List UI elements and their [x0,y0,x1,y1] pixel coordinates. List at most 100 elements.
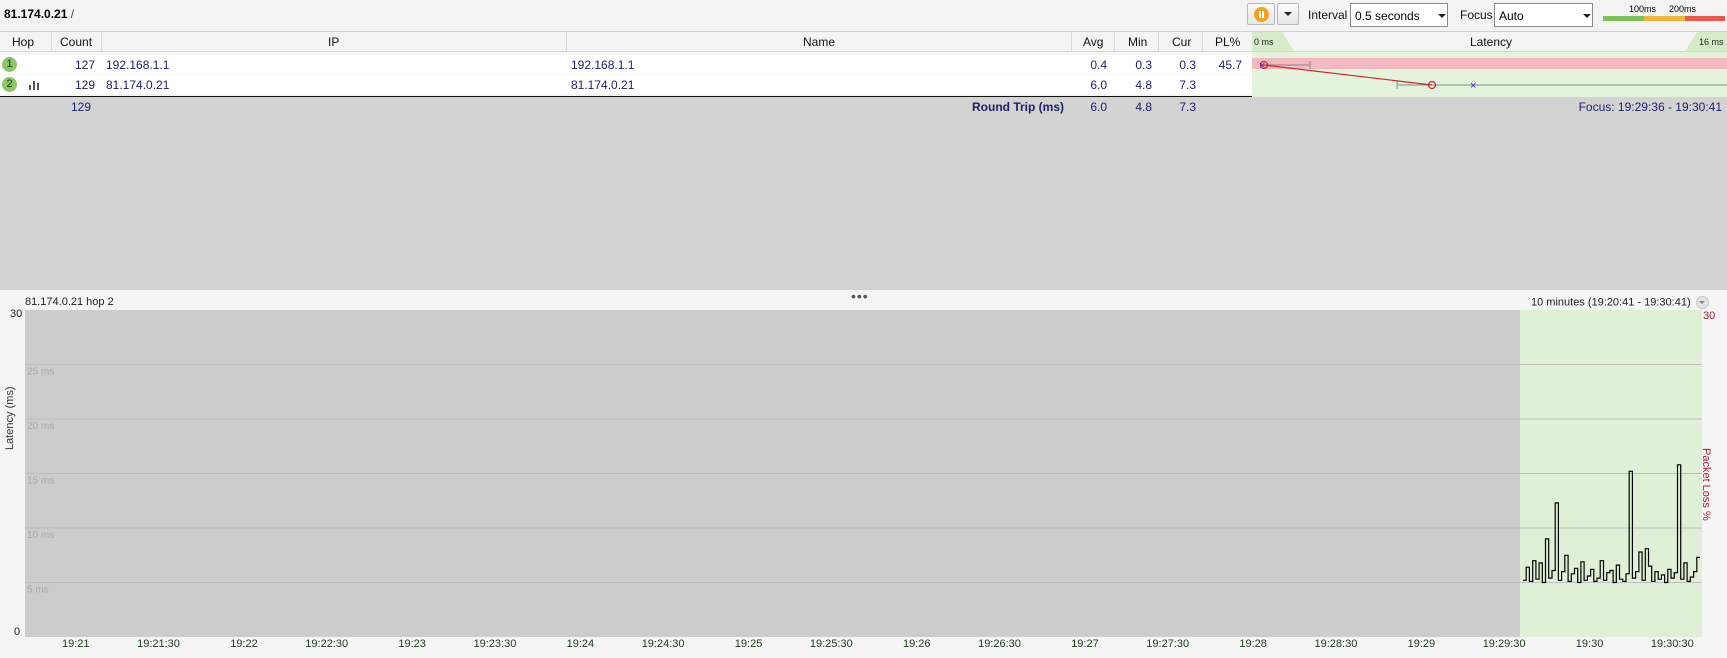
focus-range-label: Focus: 19:29:36 - 19:30:41 [1578,100,1722,114]
packet-loss-band [1252,58,1727,69]
summary-label: Round Trip (ms) [972,100,1064,114]
gridline-label: 5 ms [27,585,49,596]
hop-number-badge: 1 [2,57,17,72]
latency-max-label: 16 ms [1699,37,1724,47]
x-tick-label: 19:22 [230,638,258,650]
x-tick-label: 19:21:30 [137,638,180,650]
legend-200ms: 200ms [1669,4,1697,14]
x-tick-label: 19:29 [1407,638,1436,650]
time-range-select[interactable]: 10 minutes (19:20:41 - 19:30:41) [1531,296,1709,309]
focus-select[interactable]: Auto [1494,3,1593,27]
legend-orange-bar [1644,16,1685,21]
x-tick-label: 19:22:30 [305,638,349,650]
hop2-cur-marker: × [1470,80,1476,92]
latency-history-plot[interactable]: 25 ms 20 ms 15 ms 10 ms 5 ms [25,310,1702,637]
hop-number-badge: 2 [2,77,17,92]
cell-cur: 0.3 [1179,58,1196,72]
col-hop[interactable]: Hop [12,35,34,49]
gridline-label: 10 ms [27,530,54,541]
breadcrumb-separator: / [70,7,75,21]
cell-ip: 192.168.1.1 [106,58,170,72]
x-tick-label: 19:25 [734,638,763,650]
empty-table-area [0,117,1727,290]
cell-name: 192.168.1.1 [571,58,635,72]
legend-100ms: 100ms [1629,4,1657,14]
x-tick-label: 19:26:30 [978,638,1021,650]
x-tick-label: 19:24 [566,638,595,650]
x-tick-label: 19:23 [398,638,426,650]
x-tick-label: 19:27 [1071,638,1099,650]
col-ip[interactable]: IP [328,35,339,49]
pause-dropdown-button[interactable] [1277,3,1299,25]
y-axis-max: 30 [10,308,23,320]
latency-title: Latency [1470,35,1513,49]
gridline-label: 20 ms [27,421,54,432]
cell-ip: 81.174.0.21 [106,78,170,92]
chevron-down-icon [1583,14,1591,18]
time-range-value: 10 minutes (19:20:41 - 19:30:41) [1531,296,1691,309]
legend-red-bar [1685,16,1725,21]
cell-avg: 0.4 [1090,58,1107,72]
table-header: Hop Count IP Name Avg Min Cur PL% [0,32,1252,52]
graph-icon[interactable] [28,79,42,90]
cell-pl: 45.7 [1218,58,1242,72]
cell-min: 0.3 [1135,58,1152,72]
toolbar: 81.174.0.21 / Interval 0.5 seconds Focus… [0,0,1727,32]
x-tick-label: 19:21 [62,638,90,650]
target-breadcrumb: 81.174.0.21 / [4,7,74,21]
pause-button[interactable] [1247,3,1275,25]
round-trip-summary-row: 129 Round Trip (ms) 6.0 4.8 7.3 Focus: 1… [0,97,1727,117]
latency-history-svg: 25 ms 20 ms 15 ms 10 ms 5 ms [25,310,1702,637]
interval-select[interactable]: 0.5 seconds [1350,3,1448,27]
col-name[interactable]: Name [803,35,835,49]
cell-avg: 6.0 [1090,78,1107,92]
graph-title: 81.174.0.21 hop 2 [25,296,114,308]
latency-min-label: 0 ms [1254,37,1274,47]
cell-name: 81.174.0.21 [571,78,635,92]
x-tick-label: 19:24:30 [641,638,685,650]
x-tick-label: 19:26 [903,638,931,650]
table-row[interactable]: 2 129 81.174.0.21 81.174.0.21 6.0 4.8 7.… [0,75,1252,94]
cell-min: 4.8 [1135,78,1152,92]
x-tick-label: 19:30:30 [1650,638,1694,650]
summary-cur: 7.3 [1179,100,1196,114]
x-tick-label: 19:28 [1239,638,1267,650]
interval-value: 0.5 seconds [1355,9,1420,23]
col-pl[interactable]: PL% [1215,35,1240,49]
packet-loss-axis-max: 30 [1703,310,1716,322]
y-axis-title: Latency (ms) [4,386,16,450]
chevron-down-icon [1695,296,1709,309]
x-tick-label: 19:25:30 [809,638,853,650]
x-tick-label: 19:28:30 [1314,638,1358,650]
gridline-label: 25 ms [27,367,54,378]
cell-count: 129 [74,78,95,92]
target-host[interactable]: 81.174.0.21 [4,7,67,21]
summary-avg: 6.0 [1090,100,1107,114]
col-cur[interactable]: Cur [1172,35,1191,49]
cell-cur: 7.3 [1179,78,1196,92]
cell-count: 127 [74,58,95,72]
pause-icon [1254,7,1269,22]
latency-mini-graph: × × [1252,52,1727,97]
x-tick-label: 19:27:30 [1146,638,1190,650]
x-tick-label: 19:30 [1575,638,1604,650]
latency-column-header[interactable]: 0 ms Latency 16 ms [1252,32,1727,52]
y-axis-min: 0 [14,626,21,638]
col-min[interactable]: Min [1128,35,1147,49]
focus-label: Focus [1460,8,1493,22]
summary-min: 4.8 [1135,100,1152,114]
gridline-label: 15 ms [27,476,54,487]
col-count[interactable]: Count [60,35,92,49]
col-avg[interactable]: Avg [1083,35,1103,49]
legend-green-bar [1603,16,1644,21]
latency-mini-graph-svg: × × [1252,58,1727,92]
hop1-cur-marker: × [1259,60,1265,72]
splitter-handle-icon[interactable]: ••• [851,288,869,304]
interval-label: Interval [1308,8,1348,22]
table-row[interactable]: 1 127 192.168.1.1 192.168.1.1 0.4 0.3 0.… [0,55,1252,74]
latency-color-legend: 100ms 200ms [1603,4,1725,24]
x-tick-label: 19:29:30 [1482,638,1526,650]
chevron-down-icon [1438,14,1446,18]
chevron-down-icon [1284,12,1292,16]
focus-value: Auto [1499,9,1524,23]
